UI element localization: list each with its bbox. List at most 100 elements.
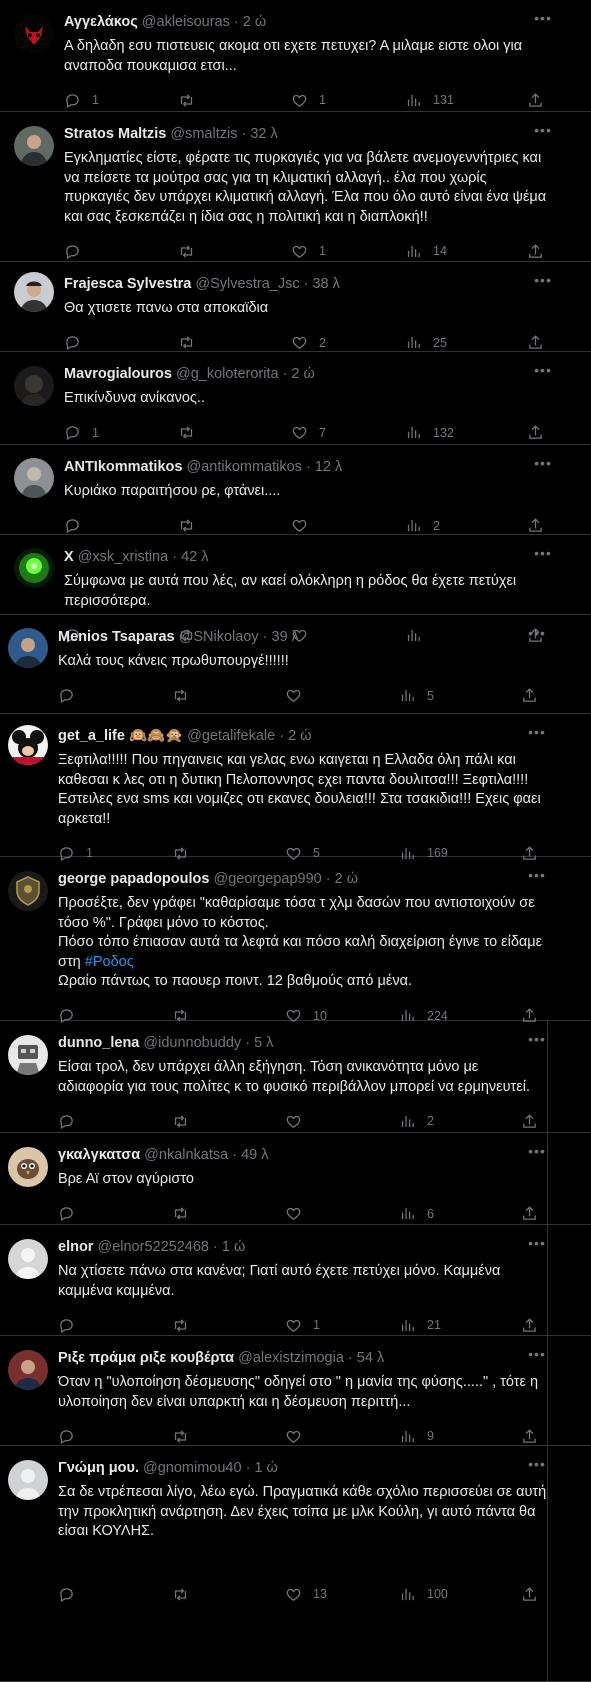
user-handle[interactable]: @SNikolaoy [179, 629, 259, 645]
retweet-button[interactable] [178, 333, 206, 353]
timestamp[interactable]: 2 ώ [243, 14, 266, 30]
retweet-button[interactable] [178, 516, 206, 536]
display-name[interactable]: dunno_lena [58, 1035, 139, 1051]
display-name[interactable]: X [64, 549, 74, 565]
views-button[interactable]: 6 [399, 1204, 434, 1224]
retweet-button[interactable] [178, 241, 206, 261]
share-button[interactable] [527, 516, 544, 536]
more-options-icon[interactable]: ••• [528, 1236, 546, 1256]
display-name[interactable]: Γνώμη μου. [58, 1460, 139, 1476]
avatar[interactable] [8, 1147, 48, 1187]
avatar[interactable] [8, 1460, 48, 1500]
avatar[interactable] [14, 14, 54, 54]
share-button[interactable] [521, 1315, 538, 1335]
views-button[interactable]: 132 [405, 423, 454, 443]
reply-button[interactable]: 1 [64, 90, 99, 110]
avatar[interactable] [8, 628, 48, 668]
reply-button[interactable] [58, 1315, 86, 1335]
user-handle[interactable]: @g_koloterorita [176, 366, 279, 382]
views-button[interactable]: 2 [399, 1111, 434, 1131]
user-handle[interactable]: @akleisouras [142, 14, 230, 30]
more-options-icon[interactable]: ••• [528, 725, 546, 745]
tweet[interactable]: Frajesca Sylvestra @Sylvestra_Jsc · 38 λ… [0, 262, 591, 352]
share-button[interactable] [521, 686, 538, 706]
like-button[interactable]: 1 [291, 241, 326, 261]
avatar[interactable] [14, 126, 54, 166]
like-button[interactable] [285, 1204, 313, 1224]
avatar[interactable] [8, 871, 48, 911]
user-handle[interactable]: @gnomimou40 [143, 1460, 242, 1476]
tweet[interactable]: elnor @elnor52252468 · 1 ώ ••• Να χτίσετε … [0, 1225, 591, 1336]
like-button[interactable]: 7 [291, 423, 326, 443]
display-name[interactable]: Frajesca Sylvestra [64, 276, 191, 292]
display-name[interactable]: elnor [58, 1239, 93, 1255]
timestamp[interactable]: 42 λ [181, 549, 208, 565]
display-name[interactable]: γκαλγκατσα [58, 1147, 140, 1163]
like-button[interactable] [291, 516, 319, 536]
tweet[interactable]: Stratos Maltzis @smaltzis · 32 λ ••• Εγκλη… [0, 112, 591, 262]
views-button[interactable]: 131 [405, 90, 454, 110]
timestamp[interactable]: 49 λ [241, 1147, 268, 1163]
reply-button[interactable] [64, 516, 92, 536]
tweet[interactable]: get_a_life 🙉🙈🙊 @getalifekale · 2 ώ ••• Ξεφ… [0, 714, 591, 861]
reply-button[interactable] [58, 686, 86, 706]
user-handle[interactable]: @xsk_xristina [78, 549, 168, 565]
tweet[interactable]: Mavrogialouros @g_koloterorita · 2 ώ ••• Ε… [0, 352, 591, 445]
tweet[interactable]: dunno_lena @idunnobuddy · 5 λ ••• Είσαι τρ… [0, 1021, 591, 1133]
share-button[interactable] [521, 1204, 538, 1224]
more-options-icon[interactable]: ••• [528, 1457, 546, 1477]
more-options-icon[interactable]: ••• [528, 868, 546, 888]
more-options-icon[interactable]: ••• [528, 1144, 546, 1164]
display-name[interactable]: george papadopoulos [58, 871, 209, 887]
display-name[interactable]: Ριξε πράμα ριξε κουβέρτα [58, 1350, 234, 1366]
reply-button[interactable] [58, 1426, 86, 1446]
timestamp[interactable]: 12 λ [315, 459, 342, 475]
more-options-icon[interactable]: ••• [528, 626, 546, 646]
like-button[interactable] [285, 1111, 313, 1131]
more-options-icon[interactable]: ••• [528, 1347, 546, 1367]
retweet-button[interactable] [172, 1426, 200, 1446]
avatar[interactable] [8, 1239, 48, 1279]
timestamp[interactable]: 1 ώ [222, 1239, 245, 1255]
more-options-icon[interactable]: ••• [534, 456, 552, 476]
share-button[interactable] [521, 1111, 538, 1131]
timestamp[interactable]: 54 λ [357, 1350, 384, 1366]
display-name[interactable]: Αγγελάκος [64, 14, 138, 30]
avatar[interactable] [14, 272, 54, 312]
user-handle[interactable]: @Sylvestra_Jsc [195, 276, 299, 292]
display-name[interactable]: get_a_life [58, 728, 125, 744]
user-handle[interactable]: @getalifekale [187, 728, 275, 744]
tweet[interactable]: Γνώμη μου. @gnomimou40 · 1 ώ ••• Σα δε ντρ… [0, 1446, 591, 1682]
like-button[interactable]: 13 [285, 1584, 327, 1604]
retweet-button[interactable] [172, 1584, 200, 1604]
user-handle[interactable]: @antikommatikos [186, 459, 301, 475]
views-button[interactable]: 21 [399, 1315, 441, 1335]
avatar[interactable] [14, 366, 54, 406]
more-options-icon[interactable]: ••• [534, 11, 552, 31]
share-button[interactable] [527, 333, 544, 353]
retweet-button[interactable] [178, 423, 206, 443]
timestamp[interactable]: 38 λ [312, 276, 339, 292]
views-button[interactable]: 2 [405, 516, 440, 536]
like-button[interactable] [285, 1426, 313, 1446]
views-button[interactable]: 14 [405, 241, 447, 261]
more-options-icon[interactable]: ••• [534, 546, 552, 566]
reply-button[interactable] [64, 333, 92, 353]
views-button[interactable]: 25 [405, 333, 447, 353]
avatar[interactable] [8, 725, 48, 765]
user-handle[interactable]: @idunnobuddy [143, 1035, 241, 1051]
timestamp[interactable]: 1 ώ [254, 1460, 277, 1476]
tweet[interactable]: γκαλγκατσα @nkalnkatsa · 49 λ ••• Βρε Αϊ σ… [0, 1133, 591, 1225]
reply-button[interactable] [64, 241, 92, 261]
user-handle[interactable]: @georgepap990 [213, 871, 321, 887]
reply-button[interactable]: 1 [64, 423, 99, 443]
retweet-button[interactable] [172, 686, 200, 706]
like-button[interactable]: 1 [291, 90, 326, 110]
retweet-button[interactable] [172, 1315, 200, 1335]
like-button[interactable] [285, 686, 313, 706]
display-name[interactable]: Menios Tsaparas [58, 629, 175, 645]
share-button[interactable] [527, 241, 544, 261]
display-name[interactable]: ANTIkommatikos [64, 459, 182, 475]
views-button[interactable]: 100 [399, 1584, 448, 1604]
timestamp[interactable]: 32 λ [250, 126, 277, 142]
